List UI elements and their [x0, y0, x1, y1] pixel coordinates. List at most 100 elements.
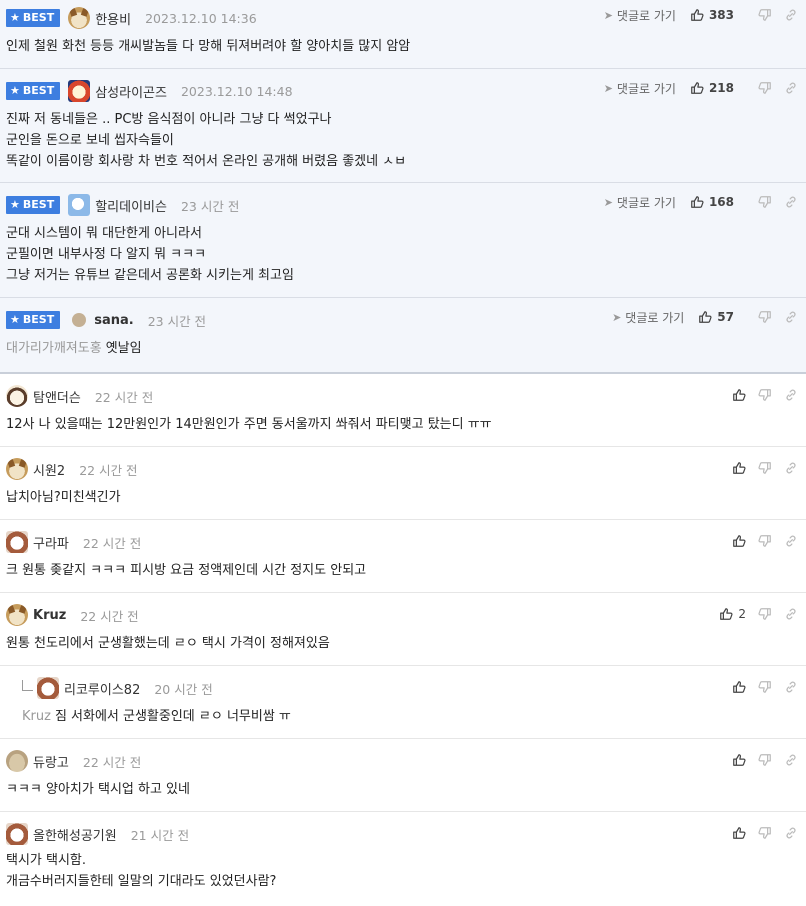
link-icon[interactable]: [784, 680, 798, 694]
comment-body: 대가리가깨져도홍 옛날임: [6, 341, 142, 356]
timestamp: 22 시간 전: [82, 535, 142, 551]
timestamp: 21 시간 전: [130, 827, 190, 843]
nickname[interactable]: 삼성라이곤즈: [95, 82, 167, 101]
thumbs-up-icon: [690, 8, 704, 22]
avatar[interactable]: [72, 313, 87, 327]
thumbs-up-icon[interactable]: [732, 534, 746, 548]
thumbs-up-icon[interactable]: [732, 461, 746, 475]
thumbs-down-icon[interactable]: [758, 680, 772, 694]
link-icon[interactable]: [784, 8, 798, 22]
star-icon: ★: [10, 313, 20, 326]
arrow-icon: ➤: [603, 8, 613, 22]
link-icon[interactable]: [784, 607, 798, 621]
avatar[interactable]: [6, 385, 28, 407]
mention[interactable]: Kruz: [22, 709, 51, 724]
mention[interactable]: 대가리가깨져도홍: [6, 341, 102, 356]
arrow-icon: ➤: [603, 81, 613, 95]
avatar[interactable]: [68, 194, 91, 216]
thumbs-down-icon[interactable]: [758, 8, 772, 22]
best-badge: ★ BEST: [6, 196, 61, 214]
nickname[interactable]: Kruz: [33, 608, 66, 623]
reply-arrow-icon: [22, 679, 33, 691]
comment-body: 군대 시스템이 뭐 대단한게 아니라서 군필이면 내부사정 다 알지 뭐 ㅋㅋㅋ…: [6, 226, 294, 283]
goto-comment-link[interactable]: ➤ 댓글로 가기: [604, 7, 676, 24]
comment-body: Kruz 짐 서화에서 군생활중인데 ㄹㅇ 너무비쌈 ㅠ: [22, 709, 291, 724]
comment-body: 12사 나 있을때는 12만원인가 14만원인가 주면 동서울까지 쏴줘서 파티…: [6, 417, 492, 432]
link-icon[interactable]: [784, 461, 798, 475]
avatar[interactable]: [6, 750, 28, 772]
avatar[interactable]: [68, 7, 91, 29]
reply-comment: 리코루이스82 20 시간 전 Kruz 짐 서화에서 군생활중인데 ㄹㅇ 너무비…: [0, 666, 806, 739]
link-icon[interactable]: [784, 388, 798, 402]
thumbs-up-icon: [690, 81, 704, 95]
best-badge: ★ BEST: [6, 82, 61, 100]
goto-comment-link[interactable]: ➤ 댓글로 가기: [604, 194, 676, 211]
comment: 탐앤더슨 22 시간 전 12사 나 있을때는 12만원인가 14만원인가 주면…: [0, 374, 806, 447]
timestamp: 20 시간 전: [154, 681, 213, 697]
thumbs-up-icon[interactable]: [732, 388, 746, 402]
star-icon: ★: [10, 198, 20, 211]
thumbs-up-icon[interactable]: [732, 680, 746, 694]
nickname[interactable]: 올한해성공기원: [33, 825, 117, 844]
timestamp: 22 시간 전: [79, 462, 138, 478]
goto-comment-link[interactable]: ➤ 댓글로 가기: [604, 80, 676, 97]
thumbs-up-icon: [690, 195, 704, 209]
nickname[interactable]: 리코루이스82: [64, 679, 140, 698]
timestamp: 23 시간 전: [180, 198, 240, 214]
comment: 듀랑고 22 시간 전 ㅋㅋㅋ 양아치가 택시업 하고 있네: [0, 739, 806, 812]
thumbs-down-icon[interactable]: [758, 310, 772, 324]
comment: 시원2 22 시간 전 납치아님?미친색긴가: [0, 447, 806, 520]
thumbs-down-icon[interactable]: [758, 826, 772, 840]
upvote-button[interactable]: 218: [690, 81, 734, 95]
best-comment: ★ BEST sana. 23 시간 전 ➤ 댓글로 가기 57 대가리가깨져도홍 옛…: [0, 298, 806, 374]
link-icon[interactable]: [784, 753, 798, 767]
thumbs-down-icon[interactable]: [758, 607, 772, 621]
best-badge: ★ BEST: [6, 311, 61, 329]
comment-body: 크 원통 좆같지 ㅋㅋㅋ 피시방 요금 정액제인데 시간 정지도 안되고: [6, 563, 367, 578]
arrow-icon: ➤: [612, 310, 622, 324]
link-icon[interactable]: [784, 81, 798, 95]
nickname[interactable]: 할리데이비슨: [95, 196, 167, 215]
comment: 올한해성공기원 21 시간 전 택시가 택시함. 개금수버러지들한테 일말의 기…: [0, 812, 806, 906]
avatar[interactable]: [6, 458, 28, 480]
thumbs-up-icon: [719, 607, 733, 621]
thumbs-up-icon[interactable]: [732, 826, 746, 840]
thumbs-down-icon[interactable]: [758, 388, 772, 402]
avatar[interactable]: [6, 604, 28, 626]
link-icon[interactable]: [784, 826, 798, 840]
star-icon: ★: [10, 84, 20, 97]
goto-comment-link[interactable]: ➤ 댓글로 가기: [612, 309, 684, 326]
nickname[interactable]: 구라파: [33, 533, 69, 552]
thumbs-down-icon[interactable]: [758, 461, 772, 475]
best-badge: ★ BEST: [6, 9, 61, 27]
timestamp: 2023.12.10 14:36: [145, 10, 257, 26]
link-icon[interactable]: [784, 310, 798, 324]
avatar[interactable]: [6, 531, 28, 553]
nickname[interactable]: 한용비: [95, 9, 131, 28]
link-icon[interactable]: [784, 195, 798, 209]
nickname[interactable]: 탐앤더슨: [33, 387, 81, 406]
nickname[interactable]: 시원2: [33, 460, 65, 479]
upvote-button[interactable]: 2: [719, 607, 746, 621]
comment-body: 납치아님?미친색긴가: [6, 490, 121, 505]
avatar[interactable]: [6, 823, 28, 845]
thumbs-down-icon[interactable]: [758, 195, 772, 209]
timestamp: 22 시간 전: [82, 754, 142, 770]
avatar[interactable]: [68, 80, 91, 102]
thumbs-down-icon[interactable]: [758, 534, 772, 548]
timestamp: 22 시간 전: [94, 389, 154, 405]
nickname[interactable]: sana.: [94, 313, 133, 328]
thumbs-up-icon[interactable]: [732, 753, 746, 767]
thumbs-down-icon[interactable]: [758, 81, 772, 95]
comment-body: ㅋㅋㅋ 양아치가 택시업 하고 있네: [6, 782, 190, 797]
comment-body: 진짜 저 동네들은 .. PC방 음식점이 아니라 그냥 다 썩었구나 군인을 …: [6, 112, 407, 169]
nickname[interactable]: 듀랑고: [33, 752, 69, 771]
upvote-button[interactable]: 383: [690, 8, 734, 22]
upvote-button[interactable]: 57: [698, 310, 734, 324]
link-icon[interactable]: [784, 534, 798, 548]
timestamp: 22 시간 전: [80, 608, 139, 624]
thumbs-down-icon[interactable]: [758, 753, 772, 767]
upvote-button[interactable]: 168: [690, 195, 734, 209]
comment: 구라파 22 시간 전 크 원통 좆같지 ㅋㅋㅋ 피시방 요금 정액제인데 시간…: [0, 520, 806, 593]
avatar[interactable]: [37, 677, 59, 699]
